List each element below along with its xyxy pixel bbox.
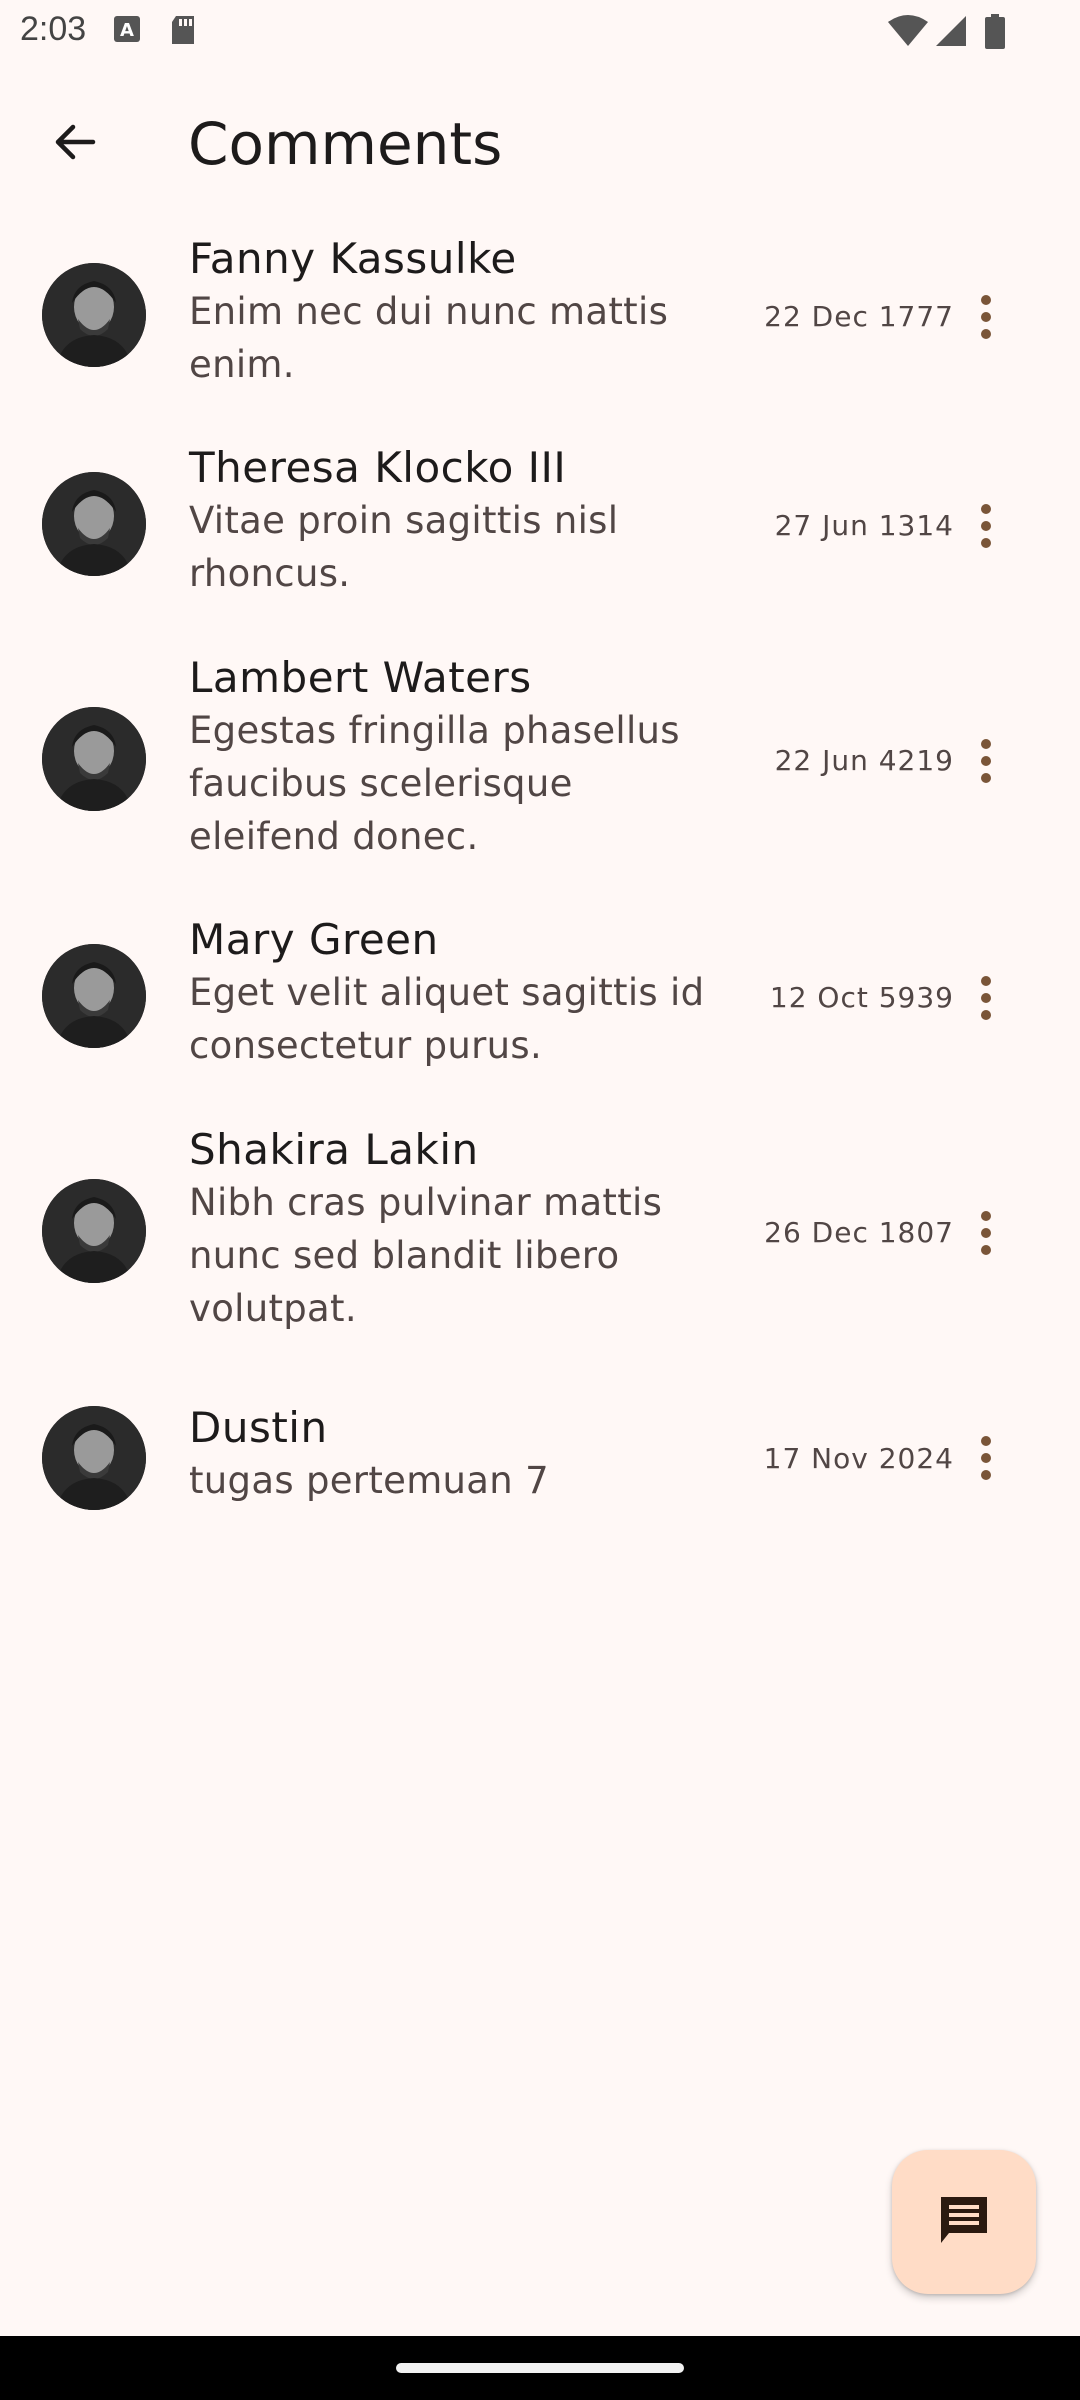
more-vert-icon	[981, 739, 991, 783]
avatar	[42, 263, 146, 367]
svg-text:A: A	[120, 20, 134, 41]
comment-date: 26 Dec 1807	[764, 1216, 954, 1249]
avatar	[42, 472, 146, 576]
avatar	[42, 944, 146, 1048]
more-options-button[interactable]	[956, 486, 1016, 566]
comment-date: 12 Oct 5939	[769, 981, 954, 1014]
comment-text: Fanny Kassulke Enim nec dui nunc mattis …	[189, 233, 709, 391]
comment-text: Theresa Klocko III Vitae proin sagittis …	[189, 442, 709, 600]
comment-date: 22 Dec 1777	[764, 300, 954, 333]
comment-body-line: Egestas fringilla phasellus	[189, 709, 680, 752]
wifi-icon	[888, 14, 928, 52]
avatar	[42, 1179, 146, 1283]
comment-body-line: rhoncus.	[189, 552, 351, 595]
more-options-button[interactable]	[956, 277, 1016, 357]
comment-body-line: Enim nec dui nunc mattis	[189, 290, 669, 333]
comment-icon	[937, 2193, 991, 2251]
status-time: 2:03	[20, 10, 87, 48]
comment-body-line: eleifend donec.	[189, 815, 479, 858]
add-comment-fab[interactable]	[892, 2150, 1036, 2294]
navigation-bar	[0, 2336, 1080, 2400]
comment-body-line: Nibh cras pulvinar mattis	[189, 1181, 663, 1224]
more-options-button[interactable]	[956, 721, 1016, 801]
status-bar: 2:03 A	[0, 0, 1080, 62]
comment-body-line: faucibus scelerisque	[189, 762, 573, 805]
comment-date: 17 Nov 2024	[763, 1442, 954, 1475]
comment-item[interactable]: Shakira Lakin Nibh cras pulvinar mattis …	[0, 1104, 1080, 1366]
comment-item[interactable]: Mary Green Eget velit aliquet sagittis i…	[0, 894, 1080, 1104]
commenter-name: Dustin	[189, 1403, 328, 1452]
commenter-name: Mary Green	[189, 915, 439, 964]
more-options-button[interactable]	[956, 1418, 1016, 1498]
comment-body-line: Vitae proin sagittis nisl	[189, 499, 619, 542]
comment-body-line: tugas pertemuan 7	[189, 1459, 549, 1502]
avatar	[42, 1406, 146, 1510]
screen: 2:03 A Comments Fanny Kassulke Enim nec …	[0, 0, 1080, 2400]
font-icon: A	[112, 14, 142, 48]
more-vert-icon	[981, 1211, 991, 1255]
comment-body-line: Eget velit aliquet sagittis id	[189, 971, 705, 1014]
comment-item[interactable]: Fanny Kassulke Enim nec dui nunc mattis …	[0, 212, 1080, 422]
commenter-name: Fanny Kassulke	[189, 234, 517, 283]
commenter-name: Shakira Lakin	[189, 1125, 479, 1174]
comment-text: Shakira Lakin Nibh cras pulvinar mattis …	[189, 1124, 709, 1335]
comment-body-line: enim.	[189, 343, 295, 386]
app-bar: Comments	[0, 62, 1080, 212]
arrow-back-icon	[51, 119, 97, 169]
home-gesture-handle[interactable]	[396, 2363, 684, 2373]
comment-date: 27 Jun 1314	[774, 509, 954, 542]
cell-signal-icon	[934, 14, 968, 52]
comment-text: Dustin tugas pertemuan 7	[189, 1402, 709, 1507]
comment-item[interactable]: Theresa Klocko III Vitae proin sagittis …	[0, 422, 1080, 632]
battery-icon	[984, 14, 1006, 54]
sd-card-icon	[168, 14, 198, 50]
comment-body-line: nunc sed blandit libero	[189, 1234, 620, 1277]
comment-body-line: volutpat.	[189, 1287, 357, 1330]
comment-text: Mary Green Eget velit aliquet sagittis i…	[189, 914, 709, 1072]
commenter-name: Lambert Waters	[189, 653, 532, 702]
back-button[interactable]	[32, 102, 116, 186]
avatar	[42, 707, 146, 811]
comment-item[interactable]: Dustin tugas pertemuan 7 17 Nov 2024	[0, 1366, 1080, 1550]
comment-list: Fanny Kassulke Enim nec dui nunc mattis …	[0, 212, 1080, 1550]
more-options-button[interactable]	[956, 958, 1016, 1038]
more-vert-icon	[981, 504, 991, 548]
comment-body-line: consectetur purus.	[189, 1024, 543, 1067]
commenter-name: Theresa Klocko III	[189, 443, 567, 492]
more-vert-icon	[981, 976, 991, 1020]
page-title: Comments	[188, 110, 503, 178]
comment-text: Lambert Waters Egestas fringilla phasell…	[189, 652, 709, 863]
comment-date: 22 Jun 4219	[774, 744, 954, 777]
more-vert-icon	[981, 1436, 991, 1480]
more-vert-icon	[981, 295, 991, 339]
comment-item[interactable]: Lambert Waters Egestas fringilla phasell…	[0, 632, 1080, 894]
more-options-button[interactable]	[956, 1193, 1016, 1273]
